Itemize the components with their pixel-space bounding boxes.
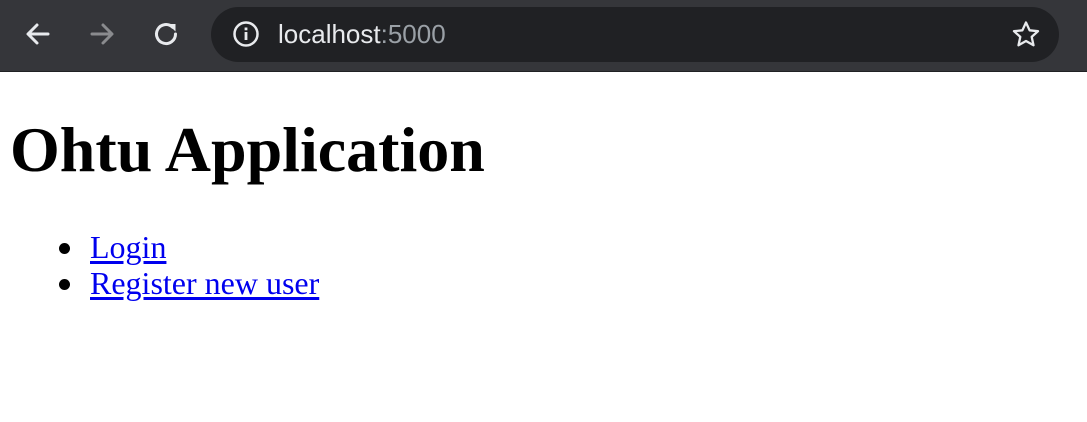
- url-port: :5000: [380, 19, 446, 49]
- register-new-user-link[interactable]: Register new user: [90, 265, 319, 301]
- url-text[interactable]: localhost:5000: [278, 19, 446, 50]
- arrow-left-icon: [23, 19, 53, 49]
- reload-icon: [151, 19, 181, 49]
- page-content: Ohtu Application Login Register new user: [0, 72, 1087, 422]
- bullet: [59, 279, 70, 290]
- address-bar[interactable]: localhost:5000: [211, 7, 1059, 62]
- star-icon[interactable]: [1011, 20, 1041, 50]
- arrow-right-icon: [87, 19, 117, 49]
- list-item-register: Register new user: [50, 265, 319, 301]
- forward-button[interactable]: [82, 14, 122, 54]
- browser-toolbar: localhost:5000: [0, 0, 1087, 72]
- bullet: [59, 243, 70, 254]
- link-list: Login Register new user: [50, 229, 319, 301]
- url-host: localhost: [278, 19, 381, 49]
- list-item-login: Login: [50, 229, 319, 265]
- login-link[interactable]: Login: [90, 229, 166, 265]
- back-button[interactable]: [18, 14, 58, 54]
- reload-button[interactable]: [146, 14, 186, 54]
- page-title: Ohtu Application: [10, 114, 485, 185]
- info-icon[interactable]: [232, 20, 260, 48]
